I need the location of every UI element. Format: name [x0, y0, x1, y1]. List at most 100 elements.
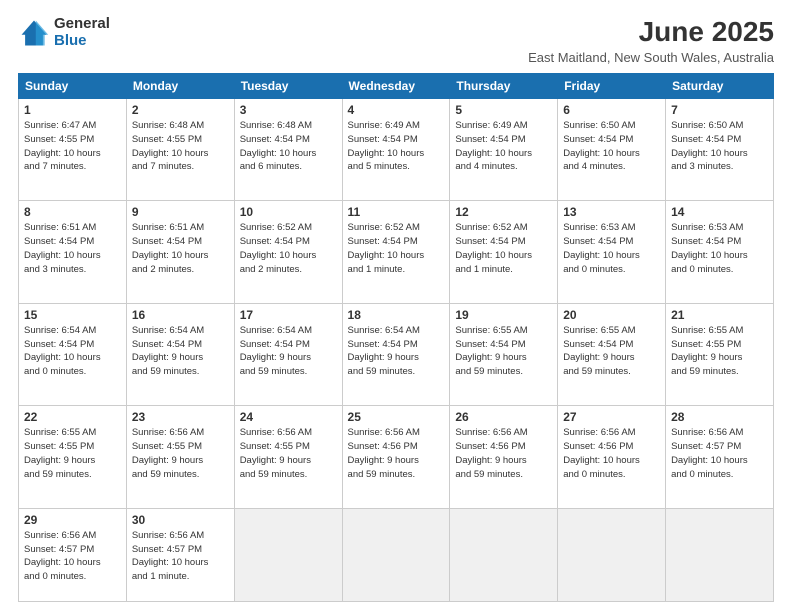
calendar-cell: 29 Sunrise: 6:56 AMSunset: 4:57 PMDayligh…	[19, 508, 127, 601]
day-number: 28	[671, 410, 768, 424]
day-info: Sunrise: 6:54 AMSunset: 4:54 PMDaylight:…	[348, 324, 445, 379]
day-number: 11	[348, 205, 445, 219]
weekday-header-row: SundayMondayTuesdayWednesdayThursdayFrid…	[19, 74, 774, 99]
calendar-cell: 18 Sunrise: 6:54 AMSunset: 4:54 PMDayligh…	[342, 303, 450, 405]
day-info: Sunrise: 6:56 AMSunset: 4:56 PMDaylight:…	[563, 426, 660, 481]
main-title: June 2025	[528, 16, 774, 48]
calendar-cell: 19 Sunrise: 6:55 AMSunset: 4:54 PMDayligh…	[450, 303, 558, 405]
day-number: 6	[563, 103, 660, 117]
day-number: 12	[455, 205, 552, 219]
calendar-cell: 13 Sunrise: 6:53 AMSunset: 4:54 PMDayligh…	[558, 201, 666, 303]
day-number: 24	[240, 410, 337, 424]
calendar-cell	[450, 508, 558, 601]
day-info: Sunrise: 6:56 AMSunset: 4:57 PMDaylight:…	[24, 529, 121, 584]
day-number: 20	[563, 308, 660, 322]
calendar-cell: 20 Sunrise: 6:55 AMSunset: 4:54 PMDayligh…	[558, 303, 666, 405]
day-info: Sunrise: 6:52 AMSunset: 4:54 PMDaylight:…	[455, 221, 552, 276]
day-info: Sunrise: 6:54 AMSunset: 4:54 PMDaylight:…	[240, 324, 337, 379]
day-number: 14	[671, 205, 768, 219]
weekday-header-sunday: Sunday	[19, 74, 127, 99]
calendar-cell: 6 Sunrise: 6:50 AMSunset: 4:54 PMDaylight…	[558, 99, 666, 201]
day-info: Sunrise: 6:49 AMSunset: 4:54 PMDaylight:…	[455, 119, 552, 174]
calendar-cell: 8Sunrise: 6:51 AMSunset: 4:54 PMDaylight…	[19, 201, 127, 303]
calendar-cell: 27 Sunrise: 6:56 AMSunset: 4:56 PMDayligh…	[558, 406, 666, 508]
calendar-cell: 22Sunrise: 6:55 AMSunset: 4:55 PMDayligh…	[19, 406, 127, 508]
day-number: 27	[563, 410, 660, 424]
day-info: Sunrise: 6:50 AMSunset: 4:54 PMDaylight:…	[671, 119, 768, 174]
day-number: 1	[24, 103, 121, 117]
day-info: Sunrise: 6:51 AMSunset: 4:54 PMDaylight:…	[132, 221, 229, 276]
calendar-cell: 26Sunrise: 6:56 AMSunset: 4:56 PMDayligh…	[450, 406, 558, 508]
day-info: Sunrise: 6:50 AMSunset: 4:54 PMDaylight:…	[563, 119, 660, 174]
day-info: Sunrise: 6:52 AMSunset: 4:54 PMDaylight:…	[348, 221, 445, 276]
day-number: 25	[348, 410, 445, 424]
day-number: 4	[348, 103, 445, 117]
day-info: Sunrise: 6:54 AMSunset: 4:54 PMDaylight:…	[24, 324, 121, 379]
day-number: 29	[24, 513, 121, 527]
page: General Blue June 2025 East Maitland, Ne…	[0, 0, 792, 612]
calendar-cell: 10Sunrise: 6:52 AMSunset: 4:54 PMDayligh…	[234, 201, 342, 303]
day-info: Sunrise: 6:47 AMSunset: 4:55 PMDaylight:…	[24, 119, 121, 174]
day-number: 17	[240, 308, 337, 322]
day-number: 5	[455, 103, 552, 117]
day-number: 23	[132, 410, 229, 424]
day-info: Sunrise: 6:56 AMSunset: 4:57 PMDaylight:…	[132, 529, 229, 584]
day-info: Sunrise: 6:48 AMSunset: 4:54 PMDaylight:…	[240, 119, 337, 174]
day-number: 26	[455, 410, 552, 424]
day-number: 13	[563, 205, 660, 219]
day-info: Sunrise: 6:54 AMSunset: 4:54 PMDaylight:…	[132, 324, 229, 379]
day-number: 22	[24, 410, 121, 424]
day-info: Sunrise: 6:53 AMSunset: 4:54 PMDaylight:…	[563, 221, 660, 276]
calendar-cell: 11 Sunrise: 6:52 AMSunset: 4:54 PMDayligh…	[342, 201, 450, 303]
day-number: 2	[132, 103, 229, 117]
logo: General Blue	[18, 16, 110, 49]
day-number: 15	[24, 308, 121, 322]
calendar-cell: 15 Sunrise: 6:54 AMSunset: 4:54 PMDayligh…	[19, 303, 127, 405]
calendar-cell: 24 Sunrise: 6:56 AMSunset: 4:55 PMDayligh…	[234, 406, 342, 508]
title-block: June 2025 East Maitland, New South Wales…	[528, 16, 774, 65]
day-number: 3	[240, 103, 337, 117]
day-number: 19	[455, 308, 552, 322]
calendar-cell: 12 Sunrise: 6:52 AMSunset: 4:54 PMDayligh…	[450, 201, 558, 303]
calendar-cell: 3 Sunrise: 6:48 AMSunset: 4:54 PMDaylight…	[234, 99, 342, 201]
calendar-cell: 28 Sunrise: 6:56 AMSunset: 4:57 PMDayligh…	[666, 406, 774, 508]
week-row-5: 29 Sunrise: 6:56 AMSunset: 4:57 PMDayligh…	[19, 508, 774, 601]
calendar-cell	[558, 508, 666, 601]
day-info: Sunrise: 6:56 AMSunset: 4:57 PMDaylight:…	[671, 426, 768, 481]
calendar-cell	[666, 508, 774, 601]
calendar-cell: 5 Sunrise: 6:49 AMSunset: 4:54 PMDaylight…	[450, 99, 558, 201]
week-row-1: 1 Sunrise: 6:47 AMSunset: 4:55 PMDaylight…	[19, 99, 774, 201]
header: General Blue June 2025 East Maitland, Ne…	[18, 16, 774, 65]
week-row-3: 15 Sunrise: 6:54 AMSunset: 4:54 PMDayligh…	[19, 303, 774, 405]
calendar-cell: 14 Sunrise: 6:53 AMSunset: 4:54 PMDayligh…	[666, 201, 774, 303]
weekday-header-thursday: Thursday	[450, 74, 558, 99]
day-number: 18	[348, 308, 445, 322]
day-number: 16	[132, 308, 229, 322]
calendar-cell: 17 Sunrise: 6:54 AMSunset: 4:54 PMDayligh…	[234, 303, 342, 405]
weekday-header-saturday: Saturday	[666, 74, 774, 99]
day-number: 8	[24, 205, 121, 219]
calendar-cell: 21Sunrise: 6:55 AMSunset: 4:55 PMDayligh…	[666, 303, 774, 405]
day-info: Sunrise: 6:55 AMSunset: 4:54 PMDaylight:…	[563, 324, 660, 379]
day-info: Sunrise: 6:55 AMSunset: 4:54 PMDaylight:…	[455, 324, 552, 379]
weekday-header-tuesday: Tuesday	[234, 74, 342, 99]
calendar-cell: 7Sunrise: 6:50 AMSunset: 4:54 PMDaylight…	[666, 99, 774, 201]
logo-blue: Blue	[54, 33, 110, 50]
day-number: 30	[132, 513, 229, 527]
calendar-cell	[342, 508, 450, 601]
logo-general: General	[54, 16, 110, 33]
logo-icon	[18, 17, 50, 49]
day-info: Sunrise: 6:56 AMSunset: 4:55 PMDaylight:…	[132, 426, 229, 481]
day-info: Sunrise: 6:56 AMSunset: 4:56 PMDaylight:…	[348, 426, 445, 481]
weekday-header-monday: Monday	[126, 74, 234, 99]
calendar-table: SundayMondayTuesdayWednesdayThursdayFrid…	[18, 73, 774, 602]
day-number: 21	[671, 308, 768, 322]
day-info: Sunrise: 6:49 AMSunset: 4:54 PMDaylight:…	[348, 119, 445, 174]
subtitle: East Maitland, New South Wales, Australi…	[528, 50, 774, 65]
calendar-cell: 9Sunrise: 6:51 AMSunset: 4:54 PMDaylight…	[126, 201, 234, 303]
calendar-cell: 16 Sunrise: 6:54 AMSunset: 4:54 PMDayligh…	[126, 303, 234, 405]
day-info: Sunrise: 6:56 AMSunset: 4:55 PMDaylight:…	[240, 426, 337, 481]
day-info: Sunrise: 6:53 AMSunset: 4:54 PMDaylight:…	[671, 221, 768, 276]
weekday-header-wednesday: Wednesday	[342, 74, 450, 99]
day-info: Sunrise: 6:52 AMSunset: 4:54 PMDaylight:…	[240, 221, 337, 276]
